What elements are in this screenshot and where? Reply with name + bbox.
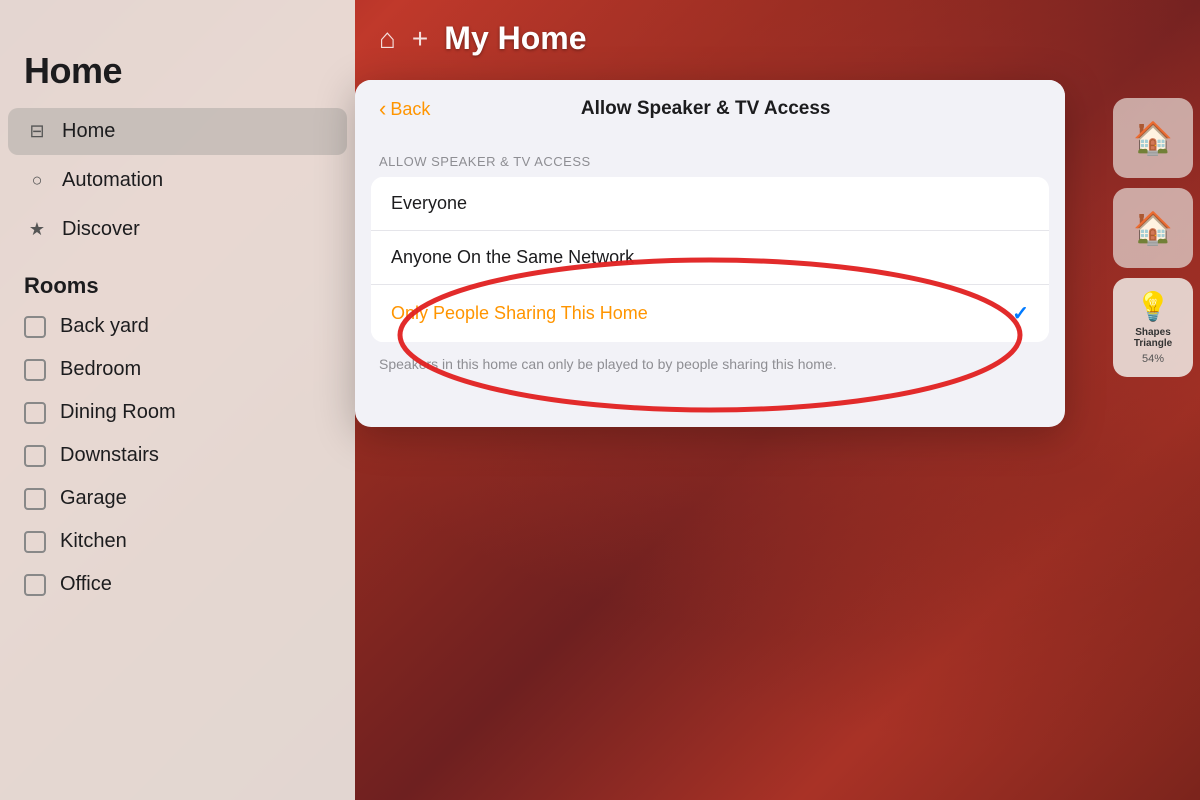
widget-card-2[interactable]: 🏠 [1113,188,1193,268]
back-button-label: Back [390,99,430,120]
option-sharing-only[interactable]: Only People Sharing This Home ✓ [371,284,1049,342]
sidebar-room-downstairs-label: Downstairs [60,444,159,467]
room-icon [24,445,46,467]
option-same-network[interactable]: Anyone On the Same Network [371,230,1049,284]
sidebar-room-office-label: Office [60,573,112,596]
sidebar: Home ⊟ Home ○ Automation ★ Discover Room… [0,0,355,800]
sidebar-rooms: Back yard Bedroom Dining Room Downstairs… [0,305,355,606]
sidebar-room-dining[interactable]: Dining Room [0,391,355,434]
modal-panel: ‹ Back Allow Speaker & TV Access ALLOW S… [355,80,1065,427]
widget-bulb-icon: 💡 [1136,290,1171,323]
options-list: Everyone Anyone On the Same Network Only… [371,177,1049,342]
checkmark-icon: ✓ [1012,301,1029,326]
sidebar-room-backyard[interactable]: Back yard [0,305,355,348]
widget-label: ShapesTriangle [1134,327,1172,349]
right-header: ⌂ + My Home [355,0,1200,77]
sidebar-room-kitchen[interactable]: Kitchen [0,520,355,563]
section-label: ALLOW SPEAKER & TV ACCESS [355,138,1065,177]
sidebar-room-kitchen-label: Kitchen [60,530,127,553]
room-icon [24,402,46,424]
modal-body: ALLOW SPEAKER & TV ACCESS Everyone Anyon… [355,138,1065,427]
back-chevron-icon: ‹ [379,96,386,122]
top-add-icon[interactable]: + [412,23,428,55]
sidebar-item-home-label: Home [62,120,115,143]
discover-icon: ★ [26,219,48,240]
sidebar-room-dining-label: Dining Room [60,401,176,424]
sidebar-item-discover-label: Discover [62,218,140,241]
room-icon [24,488,46,510]
sidebar-room-bedroom-label: Bedroom [60,358,141,381]
sidebar-room-office[interactable]: Office [0,563,355,606]
widget-home-icon-2: 🏠 [1133,209,1173,247]
sidebar-item-home[interactable]: ⊟ Home [8,108,347,155]
option-sharing-only-label: Only People Sharing This Home [391,303,648,324]
sidebar-nav: ⊟ Home ○ Automation ★ Discover [0,108,355,253]
widget-home-icon-1: 🏠 [1133,119,1173,157]
my-home-title: My Home [444,20,586,57]
widget-card-3[interactable]: 💡 ShapesTriangle 54% [1113,278,1193,377]
room-icon [24,316,46,338]
sidebar-title: Home [24,50,122,91]
home-icon: ⊟ [26,121,48,142]
description-text: Speakers in this home can only be played… [355,342,1065,387]
rooms-section-header: Rooms [0,255,355,305]
sidebar-room-downstairs[interactable]: Downstairs [0,434,355,477]
option-same-network-label: Anyone On the Same Network [391,247,634,268]
widget-card-1[interactable]: 🏠 [1113,98,1193,178]
sidebar-room-bedroom[interactable]: Bedroom [0,348,355,391]
option-everyone-label: Everyone [391,193,467,214]
option-everyone[interactable]: Everyone [371,177,1049,230]
room-icon [24,531,46,553]
sidebar-header: Home [0,0,355,104]
top-home-icon[interactable]: ⌂ [379,23,396,55]
sidebar-item-automation-label: Automation [62,169,163,192]
sidebar-room-garage[interactable]: Garage [0,477,355,520]
modal-title: Allow Speaker & TV Access [430,98,981,120]
back-button[interactable]: ‹ Back [379,96,430,122]
room-icon [24,359,46,381]
sidebar-item-automation[interactable]: ○ Automation [8,157,347,204]
room-icon [24,574,46,596]
automation-icon: ○ [26,170,48,191]
sidebar-room-garage-label: Garage [60,487,127,510]
modal-nav: ‹ Back Allow Speaker & TV Access [355,80,1065,138]
widgets-area: 🏠 🏠 💡 ShapesTriangle 54% [1105,90,1200,385]
sidebar-item-discover[interactable]: ★ Discover [8,206,347,253]
widget-percent: 54% [1142,353,1164,365]
sidebar-room-backyard-label: Back yard [60,315,149,338]
